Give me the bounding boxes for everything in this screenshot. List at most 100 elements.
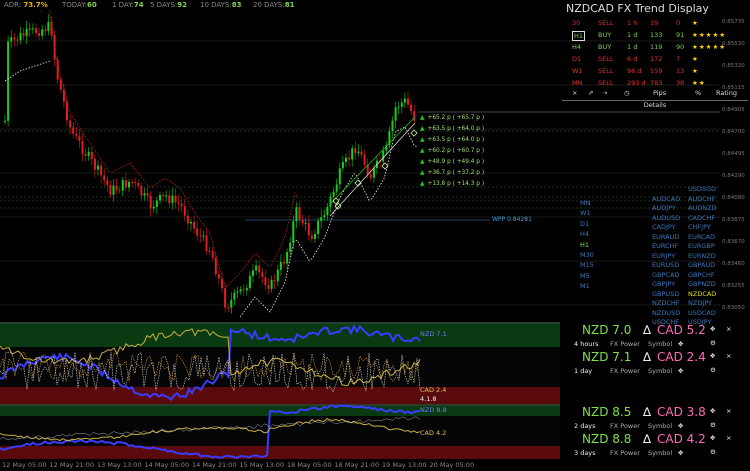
candle-body (298, 207, 301, 220)
up-arrow-icon: ▲ (420, 181, 425, 187)
pair-audchf[interactable]: AUDCHF (688, 195, 715, 203)
level-text: +13.8 p ( +14.3 p ) (427, 181, 485, 187)
pair-nzdjpy[interactable]: NZDJPY (688, 299, 712, 307)
trend-pips: 559 (650, 67, 663, 75)
timeframe-h4[interactable]: H4 (580, 230, 589, 238)
trend-title: NZDCAD FX Trend Display (566, 2, 709, 15)
pair-gbpjpy[interactable]: GBPJPY (652, 280, 675, 288)
candle-body (162, 194, 165, 196)
pair-eurjpy[interactable]: EURJPY (652, 252, 675, 260)
pair-audjpy[interactable]: AUDJPY (652, 204, 676, 212)
candle-body (403, 98, 406, 103)
close-icon[interactable]: × (726, 325, 731, 333)
pair-eurgbp[interactable]: EURGBP (688, 242, 715, 250)
target-level: ▲ +63.5 p ( +64.0 p ) (420, 126, 484, 132)
pin-icon[interactable]: ⇗ (588, 89, 593, 97)
pair-gbpaud[interactable]: GBPAUD (688, 261, 715, 269)
close-icon[interactable]: × (726, 352, 731, 360)
candle-body (255, 265, 258, 271)
candle-body (31, 28, 34, 30)
pair-eurusd[interactable]: EURUSD (652, 261, 679, 269)
target-levels: ▲ +65.2 p ( +65.7 p ) ▲ +63.5 p ( +64.0 p )… (420, 115, 500, 195)
pair-nzdusd[interactable]: NZDUSD (652, 309, 680, 317)
pair-eurchf[interactable]: EURCHF (652, 242, 678, 250)
timeframe-w1[interactable]: W1 (580, 209, 591, 217)
timeframe-m30[interactable]: M30 (580, 251, 594, 259)
candle-body (391, 120, 394, 132)
target-level: ▲ +65.2 p ( +65.7 p ) (420, 115, 484, 121)
candle-body (270, 279, 273, 289)
move-icon[interactable]: ✥ (710, 407, 715, 415)
candle-body (106, 180, 109, 186)
pair-audcad[interactable]: AUDCAD (652, 195, 680, 203)
candle-body (168, 195, 171, 204)
fx-power-subchart-2[interactable] (0, 404, 560, 459)
fx-power-subchart-1[interactable] (0, 322, 560, 404)
pair-nzdcad[interactable]: NZDCAD (688, 290, 716, 298)
candle-body (115, 185, 118, 191)
5days-stat: 5 DAYS:92 (150, 1, 188, 9)
pair-euraud[interactable]: EURAUD (652, 233, 679, 241)
timeframe-mn[interactable]: MN (580, 199, 590, 207)
pair-usdsgd[interactable]: USDSGD (688, 185, 716, 193)
arrow-icon[interactable]: ⇢ (602, 89, 607, 97)
details-button[interactable]: Details (562, 100, 748, 111)
candle-body (289, 242, 292, 253)
candle-body (35, 28, 37, 34)
pan-icon[interactable]: ✥ (678, 367, 683, 375)
move-icon[interactable]: ✥ (710, 325, 715, 333)
candle-body (134, 182, 137, 184)
pair-gbpcad[interactable]: GBPCAD (652, 271, 679, 279)
level-text: +65.2 p ( +65.7 p ) (427, 115, 485, 121)
move-icon[interactable]: ✥ (710, 352, 715, 360)
move-icon[interactable]: ✥ (710, 434, 715, 442)
pair-nzdchf[interactable]: NZDCHF (652, 299, 680, 307)
pan-icon[interactable]: ✥ (678, 422, 683, 430)
strength-band (0, 404, 560, 416)
timeframe-h1[interactable]: H1 (580, 241, 589, 249)
close-icon[interactable]: × (726, 407, 731, 415)
timeframe-m1[interactable]: M1 (580, 282, 590, 290)
settings-icon[interactable]: ⚙ (710, 339, 716, 347)
pair-cadjpy[interactable]: CADJPY (652, 223, 676, 231)
pan-icon[interactable]: ✥ (678, 449, 683, 457)
candle-body (233, 292, 236, 300)
pair-gbpnzd[interactable]: GBPNZD (688, 280, 716, 288)
pair-gbpusd[interactable]: GBPUSD (652, 290, 679, 298)
candle-body (146, 193, 149, 196)
pair-gbpchf[interactable]: GBPCHF (688, 271, 715, 279)
candle-body (190, 221, 192, 224)
candle-body (128, 181, 130, 188)
pair-chfjpy[interactable]: CHFJPY (688, 223, 711, 231)
pair-audusd[interactable]: AUDUSD (652, 214, 680, 222)
pair-eurnzd[interactable]: EURNZD (688, 252, 716, 260)
settings-icon[interactable]: ⚙ (710, 421, 716, 429)
close-icon[interactable]: × (572, 89, 577, 97)
candle-body (320, 217, 323, 222)
trend-row: H4 BUY 1 d 119 90 ★★★★★ (562, 43, 748, 54)
pair-usdcad[interactable]: USDCAD (688, 309, 716, 317)
close-icon[interactable]: × (726, 434, 731, 442)
trend-age: 293 d (627, 79, 646, 87)
timeframe-m5[interactable]: M5 (580, 272, 590, 280)
candle-body (301, 219, 304, 224)
clock-icon[interactable]: ◷ (624, 89, 630, 97)
settings-icon[interactable]: ⚙ (710, 366, 716, 374)
price-tick: 0.84080 (722, 195, 745, 201)
time-tick: 13 May 13:00 (97, 461, 142, 469)
pair-cadchf[interactable]: CADCHF (688, 214, 715, 222)
pair-eurcad[interactable]: EURCAD (688, 233, 715, 241)
candle-body (354, 148, 357, 154)
settings-icon[interactable]: ⚙ (710, 448, 716, 456)
candle-body (4, 120, 6, 122)
pan-icon[interactable]: ✥ (678, 340, 683, 348)
quote-strength: CAD 5.2 (657, 323, 706, 337)
candle-body (38, 33, 41, 36)
timeframe-d1[interactable]: D1 (580, 220, 589, 228)
pair-audnzd[interactable]: AUDNZD (688, 204, 717, 212)
candle-body (273, 279, 276, 282)
rating-stars: ★★ (692, 79, 706, 87)
20days-stat: 20 DAYS:81 (253, 1, 295, 9)
timeframe-m15[interactable]: M15 (580, 261, 594, 269)
candle-body (382, 150, 385, 162)
